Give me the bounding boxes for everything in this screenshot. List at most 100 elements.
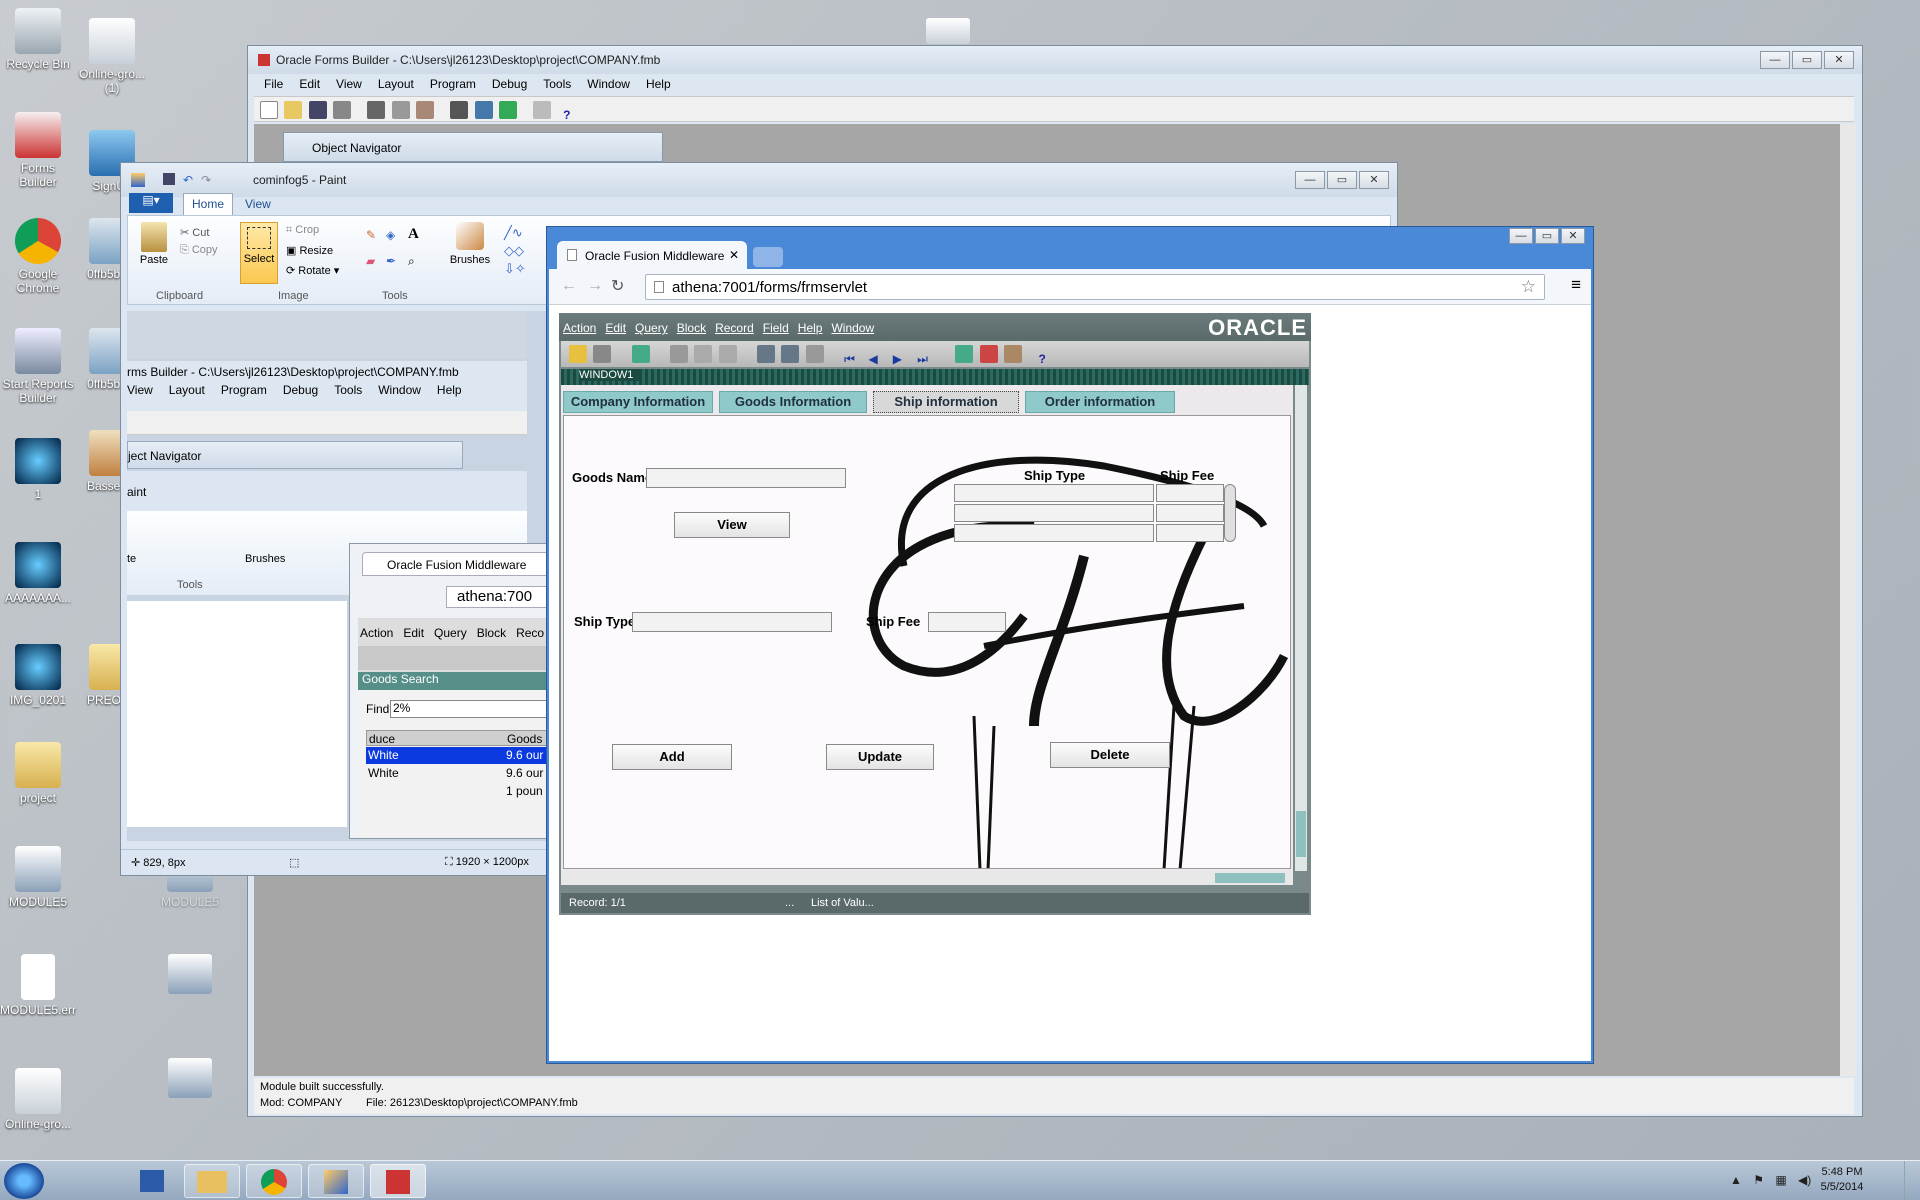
crop-button[interactable]: ⌗ Crop	[286, 224, 319, 237]
taskbar-paint[interactable]	[308, 1164, 364, 1198]
taskbar-powershell[interactable]	[124, 1164, 180, 1198]
flag-icon[interactable]: ⚑	[1753, 1173, 1764, 1187]
maximize-button[interactable]: ▭	[1792, 51, 1822, 69]
clock[interactable]: 5:48 PM 5/5/2014	[1812, 1165, 1872, 1195]
address-bar[interactable]: athena:7001/forms/frmservlet ☆	[645, 274, 1545, 300]
menu-action[interactable]: Action	[563, 321, 596, 335]
menu-record[interactable]: Record	[715, 321, 754, 335]
quick-save-icon[interactable]	[163, 173, 175, 185]
menu-program[interactable]: Program	[430, 77, 476, 91]
paste-icon[interactable]	[718, 345, 737, 363]
resize-button[interactable]: ▣ Resize	[286, 244, 333, 257]
close-button[interactable]: ✕	[1359, 171, 1389, 189]
ship-fee-field[interactable]	[928, 612, 1006, 632]
tab-order-information[interactable]: Order information	[1025, 391, 1175, 413]
tab-close-icon[interactable]: ✕	[729, 248, 739, 262]
delete-record-icon[interactable]	[979, 345, 998, 363]
new-tab-button[interactable]	[753, 247, 783, 267]
save-icon[interactable]	[569, 345, 587, 363]
close-button[interactable]: ✕	[1824, 51, 1854, 69]
online-grocery-icon[interactable]: Online-gro... (1)	[72, 18, 152, 95]
paint-tab-view[interactable]: View	[245, 197, 271, 211]
cut-button[interactable]: ✂ Cut	[180, 226, 209, 239]
folder-icon[interactable]: project	[0, 742, 78, 805]
taskbar-explorer[interactable]	[184, 1164, 240, 1198]
top-desktop-icon[interactable]	[926, 18, 970, 44]
open-icon[interactable]	[284, 101, 303, 119]
forward-icon[interactable]: →	[587, 277, 603, 295]
menu-edit[interactable]: Edit	[299, 77, 320, 91]
delete-button[interactable]: Delete	[1050, 742, 1170, 768]
close-button[interactable]: ✕	[1561, 228, 1585, 244]
grid-ship-type-cell[interactable]	[954, 504, 1154, 522]
grid-ship-fee-cell[interactable]	[1156, 504, 1224, 522]
taskbar-forms-builder[interactable]	[370, 1164, 426, 1198]
eraser-icon[interactable]: ▰	[366, 254, 375, 268]
execute-query-icon[interactable]	[781, 345, 800, 363]
text-icon[interactable]: A	[408, 226, 419, 243]
grid-ship-type-cell[interactable]	[954, 524, 1154, 542]
error-file-icon[interactable]: MODULE5.err	[0, 954, 78, 1017]
step-icon[interactable]	[533, 101, 552, 119]
first-record-icon[interactable]: ⏮	[844, 352, 862, 370]
menu-debug[interactable]: Debug	[492, 77, 527, 91]
volume-icon[interactable]: ◀)	[1798, 1173, 1811, 1187]
menu-help[interactable]: Help	[798, 321, 823, 335]
lock-record-icon[interactable]	[1004, 345, 1023, 363]
scroll-thumb[interactable]	[1215, 873, 1285, 883]
reports-builder-icon[interactable]: Start Reports Builder	[0, 328, 78, 405]
pencil-icon[interactable]: ✎	[366, 228, 376, 242]
update-button[interactable]: Update	[826, 744, 934, 770]
cut-icon[interactable]	[367, 101, 386, 119]
enter-query-icon[interactable]	[757, 345, 776, 363]
image-file-icon[interactable]: IMG_0201	[0, 644, 78, 707]
cut-icon[interactable]	[670, 345, 689, 363]
menu-block[interactable]: Block	[677, 321, 706, 335]
rotate-button[interactable]: ⟳ Rotate ▾	[286, 264, 339, 277]
cancel-query-icon[interactable]	[805, 345, 824, 363]
select-button[interactable]: Select	[240, 222, 278, 284]
menu-field[interactable]: Field	[763, 321, 789, 335]
next-record-icon[interactable]: ▶	[893, 352, 911, 370]
menu-edit[interactable]: Edit	[605, 321, 626, 335]
insert-record-icon[interactable]	[955, 345, 974, 363]
menu-tools[interactable]: Tools	[543, 77, 571, 91]
show-desktop-button[interactable]	[1904, 1161, 1920, 1200]
debug-icon[interactable]	[499, 101, 518, 119]
chrome-menu-icon[interactable]: ≡	[1571, 275, 1581, 295]
compile-icon[interactable]	[450, 101, 469, 119]
exit-icon[interactable]	[631, 345, 650, 363]
window1-horizontal-scrollbar[interactable]	[561, 871, 1293, 885]
online-grocery-icon[interactable]: Online-gro...	[0, 1068, 78, 1131]
form-module-icon[interactable]: MODULE5	[0, 846, 78, 909]
save-icon[interactable]	[308, 101, 327, 119]
copy-icon[interactable]	[694, 345, 713, 363]
start-button[interactable]	[4, 1163, 44, 1199]
form-module-icon[interactable]	[168, 1058, 212, 1098]
maximize-button[interactable]: ▭	[1535, 228, 1559, 244]
recycle-bin-icon[interactable]: Recycle Bin	[0, 8, 78, 71]
menu-window[interactable]: Window	[587, 77, 630, 91]
back-icon[interactable]: ←	[561, 277, 577, 295]
undo-icon[interactable]: ↶	[183, 173, 193, 187]
previous-record-icon[interactable]: ◀	[868, 352, 886, 370]
copy-button[interactable]: ⎘ Copy	[180, 244, 218, 257]
grid-ship-fee-cell[interactable]	[1156, 524, 1224, 542]
minimize-button[interactable]: —	[1509, 228, 1533, 244]
copy-icon[interactable]	[391, 101, 410, 119]
chrome-tab[interactable]: Oracle Fusion Middleware ✕	[557, 241, 747, 269]
print-icon[interactable]	[333, 101, 352, 119]
tab-ship-information[interactable]: Ship information	[873, 391, 1019, 413]
color-picker-icon[interactable]: ✒	[386, 254, 396, 268]
run-icon[interactable]	[474, 101, 493, 119]
window1-vertical-scrollbar[interactable]	[1295, 385, 1307, 871]
image-file-icon[interactable]: 1	[0, 438, 78, 501]
object-navigator-window[interactable]: Object Navigator	[283, 132, 663, 162]
show-hidden-icons[interactable]: ▲	[1730, 1173, 1742, 1187]
maximize-button[interactable]: ▭	[1327, 171, 1357, 189]
grid-ship-fee-cell[interactable]	[1156, 484, 1224, 502]
paint-file-menu-button[interactable]: ▤▾	[129, 193, 173, 213]
grid-ship-type-cell[interactable]	[954, 484, 1154, 502]
fill-icon[interactable]: ◈	[386, 228, 395, 242]
ship-type-field[interactable]	[632, 612, 832, 632]
